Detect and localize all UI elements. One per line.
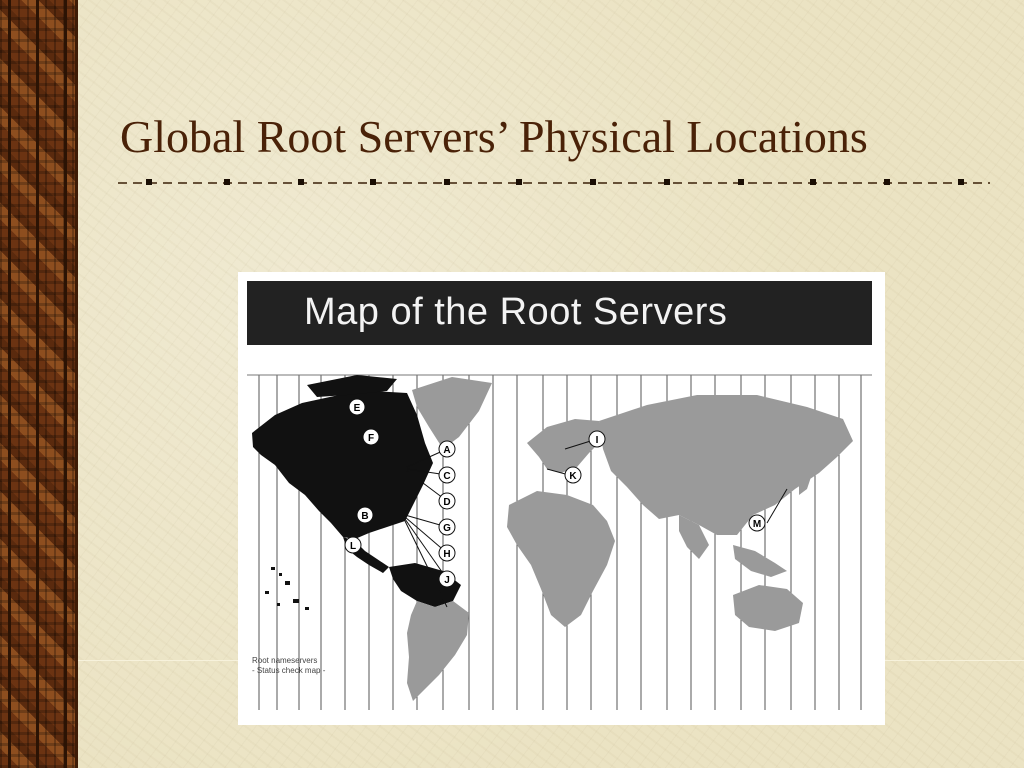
svg-text:H: H [443, 549, 450, 560]
server-marker-b: B [356, 506, 374, 524]
server-marker-i: I [588, 430, 606, 448]
title-divider [118, 179, 990, 185]
svg-text:K: K [569, 471, 577, 482]
server-marker-f: F [362, 428, 380, 446]
svg-text:G: G [443, 523, 451, 534]
server-marker-c: C [438, 466, 456, 484]
server-marker-g: G [438, 518, 456, 536]
map-header: Map of the Root Servers [247, 281, 872, 345]
server-marker-d: D [438, 492, 456, 510]
svg-text:M: M [753, 519, 761, 530]
svg-text:E: E [354, 403, 361, 414]
server-marker-j: J [438, 570, 456, 588]
slide-title: Global Root Servers’ Physical Locations [120, 111, 868, 162]
server-marker-a: A [438, 440, 456, 458]
map-legend: Root nameservers - Status check map - [252, 656, 325, 676]
svg-text:I: I [596, 435, 599, 446]
server-marker-k: K [564, 466, 582, 484]
legend-line-1: Root nameservers [252, 656, 318, 665]
map-title: Map of the Root Servers [304, 291, 728, 333]
svg-text:F: F [368, 433, 374, 444]
svg-text:L: L [350, 541, 356, 552]
legend-line-2: - Status check map - [252, 666, 326, 675]
world-map: E F A C D G H J B L I K M [247, 345, 872, 710]
svg-text:J: J [444, 575, 450, 586]
svg-text:C: C [443, 471, 450, 482]
svg-text:D: D [443, 497, 450, 508]
svg-text:B: B [361, 511, 368, 522]
server-marker-l: L [344, 536, 362, 554]
server-marker-h: H [438, 544, 456, 562]
svg-text:A: A [443, 445, 450, 456]
server-marker-m: M [748, 514, 766, 532]
root-servers-map-image: Map of the Root Servers E F A C D G H J … [238, 272, 885, 725]
server-marker-e: E [348, 398, 366, 416]
decorative-sidebar [0, 0, 78, 768]
